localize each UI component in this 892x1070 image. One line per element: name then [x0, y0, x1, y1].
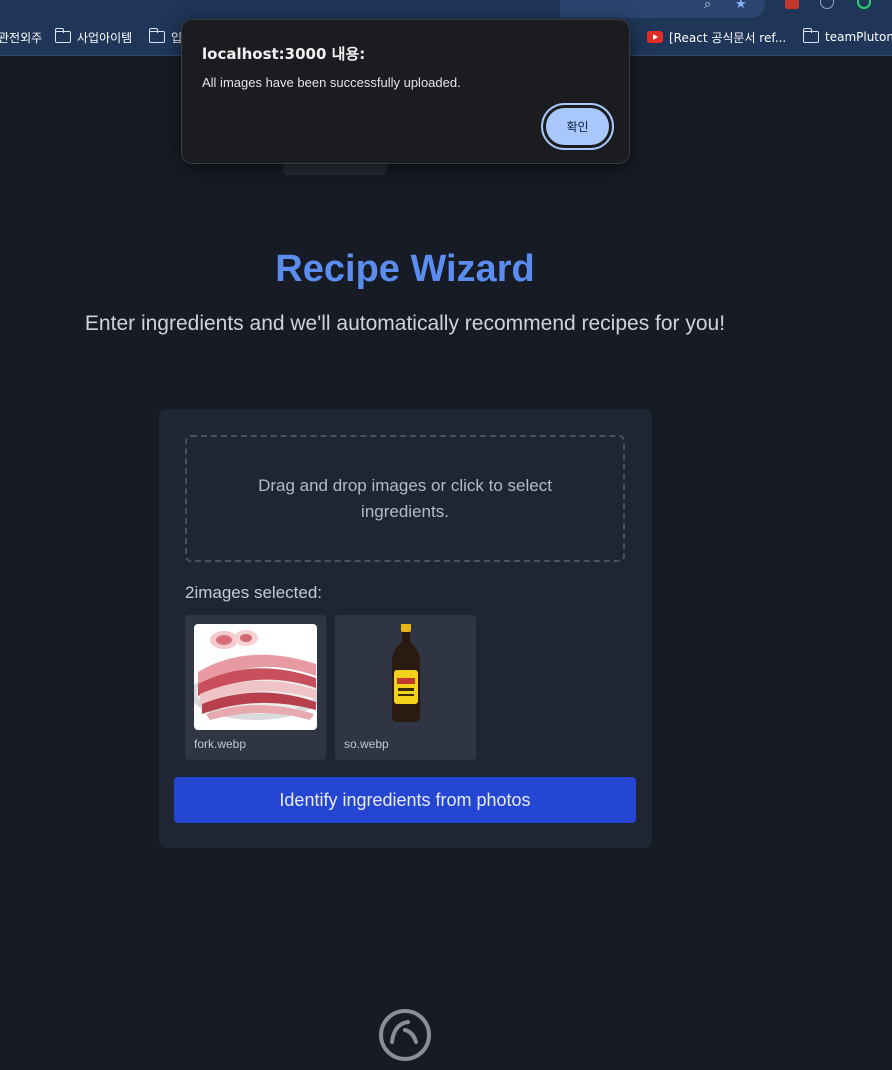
bookmark-item[interactable]: [React 공식문서 ref... [647, 28, 786, 46]
page-title: Recipe Wizard [275, 248, 535, 290]
star-icon[interactable]: ★ [735, 0, 747, 11]
dialog-message: All images have been successfully upload… [202, 75, 461, 90]
image-preview: so.webp [335, 615, 476, 760]
folder-icon [148, 28, 165, 43]
bookmark-folder[interactable]: 입 [148, 28, 182, 46]
file-name: so.webp [344, 737, 389, 751]
dialog-title: localhost:3000 내용: [202, 45, 366, 63]
pork-belly-image [194, 624, 317, 730]
folder-icon [802, 28, 819, 43]
app-logo [378, 1008, 432, 1062]
youtube-icon [647, 31, 663, 43]
search-icon[interactable]: ⌕ [704, 0, 711, 11]
bookmark-folder[interactable]: 사업아이템 [54, 28, 132, 46]
image-preview: fork.webp [185, 615, 326, 760]
dropzone-text: Drag and drop images or click to select … [258, 475, 552, 521]
extension-icon[interactable] [785, 0, 799, 9]
folder-icon [54, 28, 71, 43]
bookmark-item[interactable]: 관전외주 [0, 28, 42, 46]
browser-toolbar: ⌕ ★ [0, 0, 892, 18]
sync-icon[interactable] [857, 0, 871, 9]
soy-sauce-image [344, 624, 467, 730]
file-name: fork.webp [194, 737, 247, 751]
upload-card: Drag and drop images or click to select … [159, 409, 652, 848]
identify-ingredients-button[interactable]: Identify ingredients from photos [174, 777, 636, 823]
profile-icon[interactable] [820, 0, 834, 9]
selected-count-label: 2images selected: [185, 583, 323, 602]
bookmark-folder[interactable]: teamPluton [802, 28, 892, 46]
image-dropzone[interactable]: Drag and drop images or click to select … [185, 435, 625, 562]
ok-button[interactable]: 확인 [541, 103, 614, 150]
page-subtitle: Enter ingredients and we'll automaticall… [84, 312, 726, 335]
alert-dialog: localhost:3000 내용: All images have been … [181, 19, 630, 164]
